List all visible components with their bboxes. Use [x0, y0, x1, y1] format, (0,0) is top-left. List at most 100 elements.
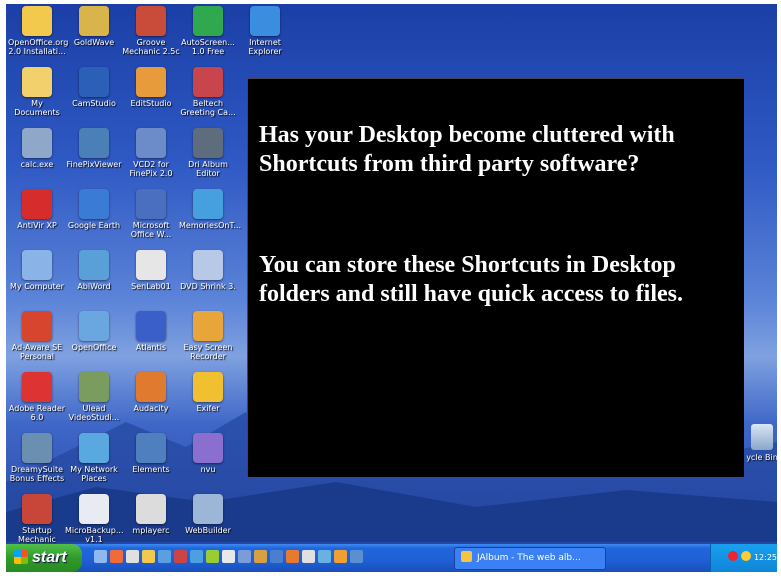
desktop-icon[interactable]: mplayerc — [122, 494, 180, 535]
webbuilder-icon — [193, 494, 223, 524]
desktop-icon[interactable]: Adobe Reader 6.0 — [8, 372, 66, 422]
quick-launch-icon[interactable] — [302, 550, 315, 563]
desktop-icon-label: DreamySuite Bonus Effects — [9, 465, 65, 483]
desktop-icon[interactable]: DVD Shrink 3. — [179, 250, 237, 291]
desktop-icon[interactable]: My Documents — [8, 67, 66, 117]
my-computer-icon — [22, 250, 52, 280]
desktop-icon[interactable]: AntiVir XP — [8, 189, 66, 230]
desktop-icon[interactable]: AbiWord — [65, 250, 123, 291]
desktop-icon[interactable]: Microsoft Office W... — [122, 189, 180, 239]
memories-icon — [193, 189, 223, 219]
task-button-jalbum[interactable]: JAlbum - The web alb... — [454, 547, 606, 570]
quick-launch-icon[interactable] — [190, 550, 203, 563]
desktop-icon-label: MemoriesOnT... — [179, 221, 242, 230]
quick-launch-icon[interactable] — [238, 550, 251, 563]
quick-launch-icon[interactable] — [318, 550, 331, 563]
popup-paragraph-2: You can store these Shortcuts in Desktop… — [259, 252, 683, 307]
quick-launch-icon[interactable] — [158, 550, 171, 563]
desktop-icon-label: AntiVir XP — [17, 221, 57, 230]
desktop-icon[interactable]: MemoriesOnT... — [179, 189, 242, 230]
jalbum-icon — [461, 551, 472, 562]
clock: 12:25 AM — [753, 553, 777, 562]
quick-launch-icon[interactable] — [286, 550, 299, 563]
desktop-icon-label: Internet Explorer — [248, 38, 282, 56]
desktop-icon[interactable]: Ulead VideoStudi... — [65, 372, 123, 422]
desktop-icon[interactable]: Exifer — [179, 372, 237, 413]
desktop-icon[interactable]: CamStudio — [65, 67, 123, 108]
desktop-icon-label: Dri Album Editor — [188, 160, 228, 178]
folder-icon — [22, 6, 52, 36]
desktop-icon[interactable]: My Computer — [8, 250, 66, 291]
quick-launch-icon[interactable] — [126, 550, 139, 563]
desktop-icon-label: AbiWord — [77, 282, 111, 291]
greeting-icon — [193, 67, 223, 97]
globe-icon — [79, 189, 109, 219]
dreamysuite-icon — [22, 433, 52, 463]
desktop-icon-label: OpenOffice.org 2.0 Installati... — [8, 38, 69, 56]
desktop-icon[interactable]: OpenOffice.org 2.0 Installati... — [8, 6, 69, 56]
recycle-bin[interactable]: ycle Bin — [744, 424, 777, 462]
desktop-icon-label: Ulead VideoStudi... — [68, 404, 120, 422]
quick-launch-icon[interactable] — [270, 550, 283, 563]
desktop-icon[interactable]: Audacity — [122, 372, 180, 413]
groove-icon — [136, 6, 166, 36]
quick-launch-icon[interactable] — [174, 550, 187, 563]
desktop-icon[interactable]: DreamySuite Bonus Effects — [8, 433, 66, 483]
desktop-icon[interactable]: Ad-Aware SE Personal — [8, 311, 66, 361]
desktop-icon[interactable]: Internet Explorer — [236, 6, 294, 56]
desktop-icon[interactable]: calc.exe — [8, 128, 66, 169]
desktop-icon[interactable]: SenLab01 — [122, 250, 180, 291]
desktop-icon-label: Beltech Greeting Ca... — [180, 99, 236, 117]
desktop-icon-label: DVD Shrink 3. — [180, 282, 236, 291]
quick-launch-icon[interactable] — [206, 550, 219, 563]
desktop-icon[interactable]: OpenOffice — [65, 311, 123, 352]
desktop-icon-label: Microsoft Office W... — [130, 221, 172, 239]
desktop-icon[interactable]: Groove Mechanic 2.5c — [122, 6, 180, 56]
desktop-icon[interactable]: Startup Mechanic — [8, 494, 66, 544]
desktop-icon[interactable]: EditStudio — [122, 67, 180, 108]
desktop-icon[interactable]: Elements — [122, 433, 180, 474]
desktop-icon[interactable]: VCD2 for FinePix 2.0 — [122, 128, 180, 178]
tray-icon-1[interactable] — [727, 551, 738, 561]
frame: OpenOffice.org 2.0 Installati... GoldWave… — [0, 0, 781, 576]
desktop-icon-label: My Computer — [10, 282, 64, 291]
start-button[interactable]: start — [6, 544, 82, 572]
my-documents-icon — [22, 67, 52, 97]
popup-paragraph-1: Has your Desktop become cluttered with S… — [259, 122, 675, 177]
desktop-icon[interactable]: Easy Screen Recorder — [179, 311, 237, 361]
desktop-icon-label: calc.exe — [20, 160, 54, 169]
adobe-reader-icon — [22, 372, 52, 402]
desktop-icon[interactable]: AutoScreen... 1.0 Free — [179, 6, 237, 56]
desktop-icon[interactable]: Atlantis — [122, 311, 180, 352]
desktop-icon[interactable]: FinePixViewer — [65, 128, 123, 169]
desktop-icon-label: GoldWave — [73, 38, 115, 47]
mplayer-icon — [136, 494, 166, 524]
quick-launch-icon[interactable] — [350, 550, 363, 563]
camstudio-icon — [79, 67, 109, 97]
desktop-icon[interactable]: WebBuilder — [179, 494, 237, 535]
quick-launch-icon[interactable] — [254, 550, 267, 563]
antivir-icon — [22, 189, 52, 219]
desktop-icon[interactable]: Beltech Greeting Ca... — [179, 67, 237, 117]
network-icon — [79, 433, 109, 463]
desktop-icon-label: Audacity — [133, 404, 169, 413]
desktop-icon[interactable]: MicroBackup... v1.1 — [65, 494, 123, 544]
tray-icon-2[interactable] — [740, 551, 751, 561]
desktop-icon[interactable]: Google Earth — [65, 189, 123, 230]
nvu-icon — [193, 433, 223, 463]
quick-launch-icon[interactable] — [334, 550, 347, 563]
desktop-icon[interactable]: GoldWave — [65, 6, 123, 47]
quick-launch-icon[interactable] — [142, 550, 155, 563]
desktop-icon-label: My Network Places — [70, 465, 118, 483]
quick-launch-icon[interactable] — [222, 550, 235, 563]
dvd-shrink-icon — [193, 250, 223, 280]
desktop-icon[interactable]: Dri Album Editor — [179, 128, 237, 178]
desktop-icon[interactable]: My Network Places — [65, 433, 123, 483]
system-tray: 12:25 AM — [710, 544, 777, 572]
desktop-icon-label: AutoScreen... 1.0 Free — [181, 38, 235, 56]
quick-launch-icon[interactable] — [110, 550, 123, 563]
desktop-icon-label: FinePixViewer — [66, 160, 122, 169]
desktop-icon[interactable]: nvu — [179, 433, 237, 474]
quick-launch-icon[interactable] — [94, 550, 107, 563]
openoffice-icon — [79, 311, 109, 341]
